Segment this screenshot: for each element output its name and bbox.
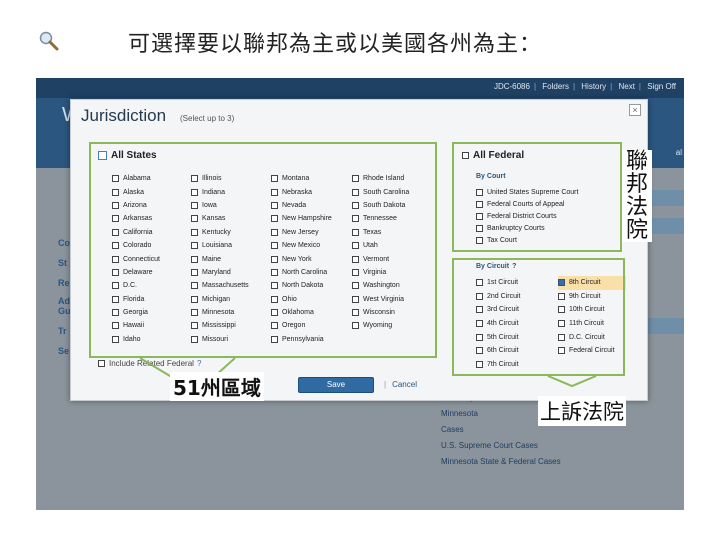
save-button[interactable]: Save xyxy=(298,377,374,393)
sign-off-link[interactable]: Sign Off xyxy=(647,82,676,91)
folders-link[interactable]: Folders xyxy=(542,82,569,91)
federal-annotation-label: 聯邦法院 xyxy=(622,150,652,242)
client-id-link[interactable]: JDC-6086 xyxy=(494,82,530,91)
top-links: JDC-6086 | Folders | History | Next | Sign O… xyxy=(493,82,676,91)
dialog-title: Jurisdiction xyxy=(81,106,167,125)
left-item: St xyxy=(58,258,67,268)
circuit-highlight-frame xyxy=(452,258,625,376)
slide-title: 可選擇要以聯邦為主或以美國各州為主： xyxy=(128,32,543,57)
separator: | xyxy=(384,380,387,389)
left-item: Co xyxy=(58,238,70,248)
dialog-subtitle: (Select up to 3) xyxy=(180,114,235,123)
help-icon[interactable]: ? xyxy=(197,359,201,368)
left-item: Re xyxy=(58,278,70,288)
left-item: Tr xyxy=(58,326,67,336)
list-item[interactable]: Minnesota State & Federal Cases xyxy=(441,454,671,470)
include-federal-option[interactable]: Include Related Federal ? xyxy=(98,359,201,368)
left-item: Gu xyxy=(58,306,71,316)
cancel-link[interactable]: | Cancel xyxy=(384,380,417,389)
states-annotation-label: 51州區域 xyxy=(170,372,264,401)
include-federal-label: Include Related Federal xyxy=(109,359,194,368)
left-item: Ad xyxy=(58,296,70,306)
include-federal-checkbox[interactable] xyxy=(98,360,105,367)
states-highlight-frame xyxy=(89,142,437,358)
federal-highlight-frame xyxy=(452,142,622,252)
close-icon[interactable]: × xyxy=(629,104,641,116)
magnifier-icon xyxy=(39,31,59,51)
header-edge-text: al xyxy=(675,148,682,157)
appeal-annotation-label: 上訴法院 xyxy=(538,396,626,426)
left-item: Se xyxy=(58,346,70,356)
history-link[interactable]: History xyxy=(581,82,606,91)
top-bar: JDC-6086 | Folders | History | Next | Sign O… xyxy=(36,78,684,98)
list-item[interactable]: U.S. Supreme Court Cases xyxy=(441,438,671,454)
next-link[interactable]: Next xyxy=(618,82,634,91)
cancel-label: Cancel xyxy=(392,380,417,389)
